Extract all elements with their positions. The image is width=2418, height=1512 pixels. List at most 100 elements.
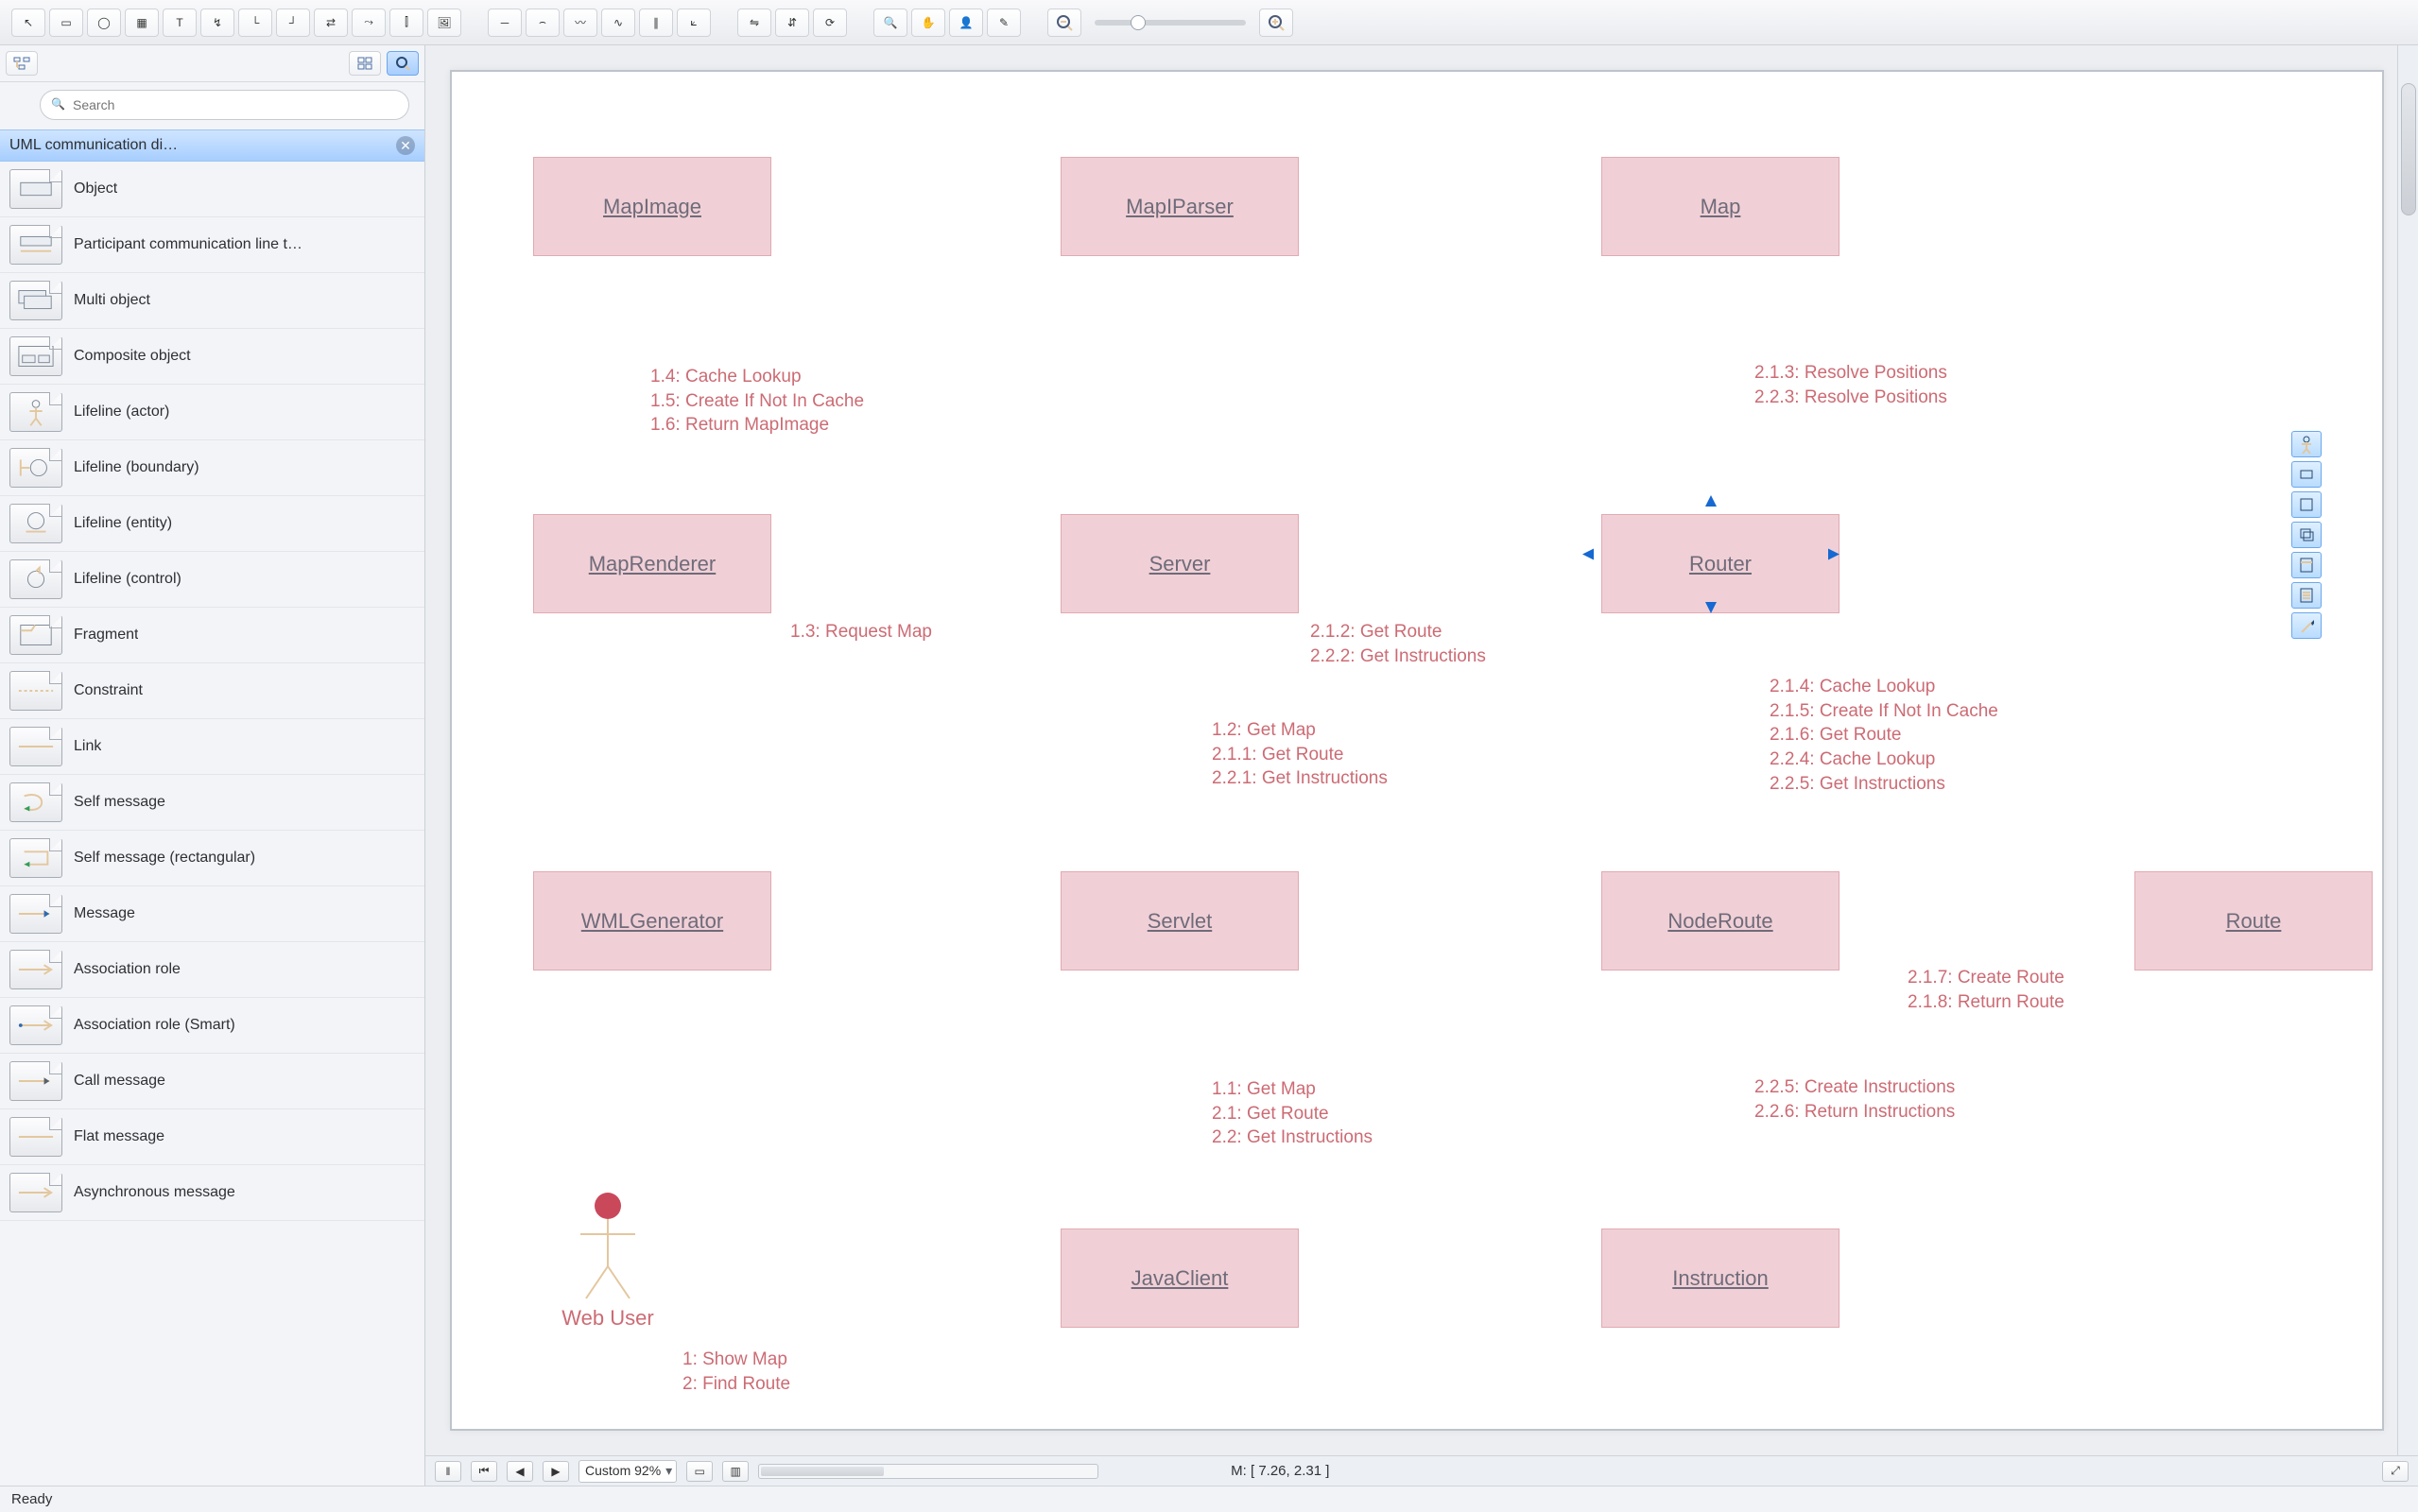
message-label[interactable]: 2.1.2: Get Route2.2.2: Get Instructions: [1310, 620, 1486, 668]
toolbar-ellipse[interactable]: ◯: [87, 9, 121, 37]
fit-page[interactable]: ⤢: [2382, 1461, 2409, 1482]
sidebar-item-multi[interactable]: Multi object: [0, 273, 424, 329]
zoom-out-button[interactable]: [1047, 9, 1081, 37]
sidebar-item-self-rect[interactable]: Self message (rectangular): [0, 831, 424, 886]
vertical-scrollbar[interactable]: [2397, 45, 2418, 1455]
toolbar-connector-l[interactable]: └: [238, 9, 272, 37]
node-mapimage[interactable]: MapImage: [533, 157, 771, 256]
sidebar-item-self[interactable]: Self message: [0, 775, 424, 831]
message-label[interactable]: 2.1.4: Cache Lookup2.1.5: Create If Not …: [1770, 675, 1998, 796]
boundary-icon: [9, 448, 62, 488]
sidebar-section-close[interactable]: ✕: [396, 136, 415, 155]
toolbar-flip-v[interactable]: ⇵: [775, 9, 809, 37]
toolbar-curve[interactable]: 〰: [563, 9, 597, 37]
palette-actor[interactable]: [2291, 431, 2322, 457]
sidebar-item-composite[interactable]: Composite object: [0, 329, 424, 385]
sidebar-item-label: Self message: [74, 794, 165, 811]
message-label[interactable]: 1.4: Cache Lookup1.5: Create If Not In C…: [650, 365, 864, 438]
toolbar-rect[interactable]: ▭: [49, 9, 83, 37]
sidebar-item-flat[interactable]: Flat message: [0, 1109, 424, 1165]
page-prev[interactable]: ◀: [507, 1461, 533, 1482]
message-label[interactable]: 1.3: Request Map: [790, 620, 932, 644]
sidebar-item-boundary[interactable]: Lifeline (boundary): [0, 440, 424, 496]
message-label[interactable]: 1: Show Map2: Find Route: [682, 1348, 790, 1396]
sidebar-search: 🔍: [40, 90, 409, 120]
zoom-display[interactable]: Custom 92%: [579, 1460, 677, 1483]
view-single[interactable]: ▭: [686, 1461, 713, 1482]
toolbar-line[interactable]: ─: [488, 9, 522, 37]
sidebar-item-message[interactable]: Message: [0, 886, 424, 942]
toolbar-flip-h[interactable]: ⇋: [737, 9, 771, 37]
toolbar-parallel[interactable]: ∥: [639, 9, 673, 37]
sidebar-tab-tree[interactable]: [6, 51, 38, 76]
toolbar-polyline[interactable]: ↯: [200, 9, 234, 37]
message-label[interactable]: 2.2.5: Create Instructions2.2.6: Return …: [1754, 1075, 1955, 1124]
sidebar-tab-grid[interactable]: [349, 51, 381, 76]
message-label[interactable]: 2.1.3: Resolve Positions2.2.3: Resolve P…: [1754, 361, 1947, 409]
palette-rect2[interactable]: [2291, 491, 2322, 518]
view-multi[interactable]: ▥: [722, 1461, 749, 1482]
node-instruction[interactable]: Instruction: [1601, 1228, 1839, 1328]
toolbar-angle[interactable]: ⟀: [677, 9, 711, 37]
toolbar-arc[interactable]: ⌢: [526, 9, 560, 37]
node-javaclient[interactable]: JavaClient: [1061, 1228, 1299, 1328]
sidebar-section-title[interactable]: UML communication di… ✕: [0, 129, 424, 162]
toolbar-connector-s[interactable]: ⤳: [352, 9, 386, 37]
sidebar-item-async[interactable]: Asynchronous message: [0, 1165, 424, 1221]
hscroll[interactable]: [758, 1464, 1098, 1479]
sidebar-item-assoc[interactable]: Association role: [0, 942, 424, 998]
toolbar-pencil[interactable]: ✎: [987, 9, 1021, 37]
palette-rect-stack[interactable]: [2291, 522, 2322, 548]
actor-web-user[interactable]: Web User: [556, 1191, 660, 1331]
page-first[interactable]: ⏮: [471, 1461, 497, 1482]
message-label[interactable]: 2.1.7: Create Route2.1.8: Return Route: [1908, 966, 2064, 1014]
sidebar-item-actor[interactable]: Lifeline (actor): [0, 385, 424, 440]
palette-rect1[interactable]: [2291, 461, 2322, 488]
canvas[interactable]: MapImage MapIParser Map MapRenderer Server Ro…: [425, 45, 2418, 1455]
message-label[interactable]: 1.1: Get Map2.1: Get Route2.2: Get Instr…: [1212, 1077, 1373, 1150]
node-maprenderer[interactable]: MapRenderer: [533, 514, 771, 613]
message-label[interactable]: 1.2: Get Map2.1.1: Get Route2.2.1: Get I…: [1212, 718, 1388, 791]
node-wmlgenerator[interactable]: WMLGenerator: [533, 871, 771, 971]
sidebar-item-object[interactable]: Object: [0, 162, 424, 217]
toolbar-text[interactable]: T: [163, 9, 197, 37]
ruler-toggle[interactable]: ‖: [435, 1461, 461, 1482]
toolbar-spline[interactable]: ∿: [601, 9, 635, 37]
palette-edit[interactable]: [2291, 612, 2322, 639]
sidebar-item-constraint[interactable]: Constraint: [0, 663, 424, 719]
page[interactable]: MapImage MapIParser Map MapRenderer Server Ro…: [450, 70, 2384, 1431]
sidebar-item-assoc-smart[interactable]: Association role (Smart): [0, 998, 424, 1054]
self-icon: [9, 782, 62, 822]
toolbar-zoom-plus[interactable]: 🔍: [873, 9, 907, 37]
sidebar-item-fragment[interactable]: Fragment: [0, 608, 424, 663]
sidebar-item-link[interactable]: Link: [0, 719, 424, 775]
palette-list[interactable]: [2291, 582, 2322, 609]
sidebar-item-control[interactable]: Lifeline (control): [0, 552, 424, 608]
page-next[interactable]: ▶: [543, 1461, 569, 1482]
node-map[interactable]: Map: [1601, 157, 1839, 256]
zoom-slider[interactable]: [1095, 20, 1246, 26]
sidebar-tab-search[interactable]: [387, 51, 419, 76]
zoom-in-button[interactable]: [1259, 9, 1293, 37]
toolbar-rotate[interactable]: ⟳: [813, 9, 847, 37]
toolbar-hand[interactable]: ✋: [911, 9, 945, 37]
toolbar-connector-z[interactable]: ⇄: [314, 9, 348, 37]
search-input[interactable]: [40, 90, 409, 120]
assoc-smart-icon: [9, 1005, 62, 1045]
sidebar-item-participant[interactable]: Participant communication line t…: [0, 217, 424, 273]
toolbar-connector-t[interactable]: ⫿: [389, 9, 423, 37]
sidebar-item-call[interactable]: Call message: [0, 1054, 424, 1109]
toolbar-connector-r[interactable]: ┘: [276, 9, 310, 37]
node-mapiparser[interactable]: MapIParser: [1061, 157, 1299, 256]
sidebar-item-entity[interactable]: Lifeline (entity): [0, 496, 424, 552]
toolbar-image[interactable]: 🖼: [427, 9, 461, 37]
node-route[interactable]: Route: [2134, 871, 2373, 971]
node-servlet[interactable]: Servlet: [1061, 871, 1299, 971]
toolbar-pointer[interactable]: ↖: [11, 9, 45, 37]
palette-panel[interactable]: [2291, 552, 2322, 578]
node-noderoute[interactable]: NodeRoute: [1601, 871, 1839, 971]
node-server[interactable]: Server: [1061, 514, 1299, 613]
toolbar-person[interactable]: 👤: [949, 9, 983, 37]
node-router[interactable]: Router: [1601, 514, 1839, 613]
toolbar-table[interactable]: ▦: [125, 9, 159, 37]
